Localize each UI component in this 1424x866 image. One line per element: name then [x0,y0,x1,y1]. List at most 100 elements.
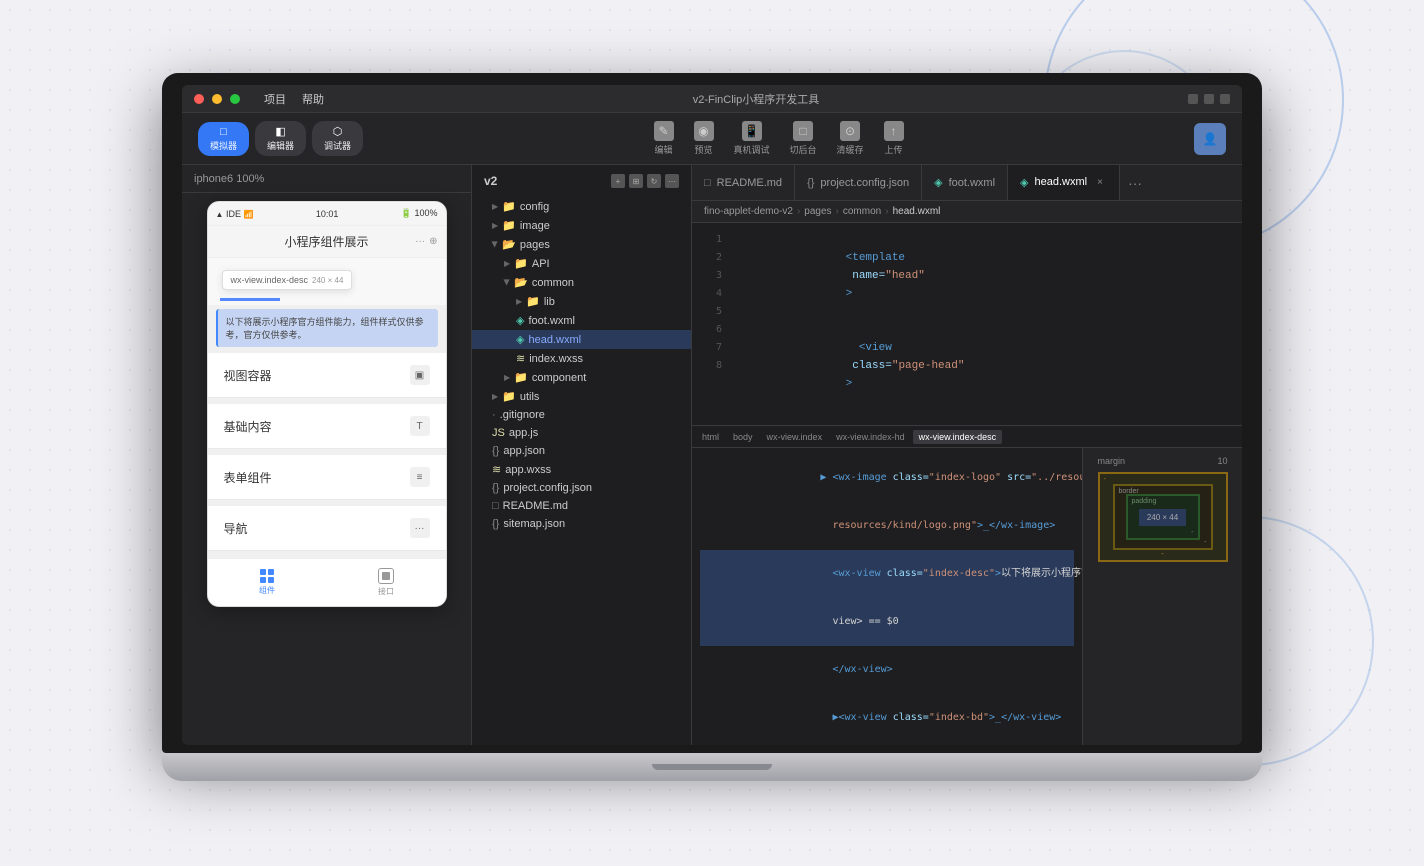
component-nav-icon [260,569,274,583]
phone-mockup: ▲ IDE 📶 10:01 🔋 100% [207,201,447,607]
code-line-2: <view class="page-head" > [740,321,1230,411]
tree-item-lib[interactable]: ▶ 📁 lib [472,292,691,311]
section-nav[interactable]: 导航 ··· [208,506,446,551]
tab-readme[interactable]: □ README.md [692,165,795,201]
preview-icon: ◉ [694,121,714,141]
tree-item-component[interactable]: ▶ 📁 component [472,368,691,387]
tree-item-appjs[interactable]: JS app.js [472,424,691,442]
tab-close-btn[interactable]: × [1093,175,1107,189]
close-btn[interactable] [1220,94,1230,104]
chevron-icon-api: ▶ [504,259,510,268]
section-title-0: 视图容器 [224,367,272,384]
tree-item-appwxss[interactable]: ≋ app.wxss [472,460,691,479]
file-icon-gitignore: · [492,409,496,421]
main-content: iphone6 100% ▲ IDE 📶 10:01 [182,165,1242,745]
line-num-6: 6 [692,321,728,339]
tree-item-sitemap[interactable]: {} sitemap.json [472,515,691,533]
phone-expand-icon[interactable]: ⊕ [429,236,437,247]
device-panel-title: iphone6 100% [194,173,264,185]
tree-item-gitignore[interactable]: · .gitignore [472,406,691,424]
line-num-8: 8 [692,357,728,375]
file-icon-appwxss: ≋ [492,463,501,476]
file-tree-icon-2[interactable]: ⊞ [629,174,643,188]
breadcrumb-root[interactable]: fino-applet-demo-v2 [704,206,793,217]
edit-action[interactable]: ✎ 编辑 [654,121,674,156]
upload-action[interactable]: ↑ 上传 [884,121,904,156]
elem-tab-index-desc[interactable]: wx-view.index-desc [913,430,1003,444]
file-tree-root: v2 [484,174,497,188]
tree-item-common[interactable]: ▶ 📂 common [472,273,691,292]
line-num-4: 4 [692,285,728,303]
editor-button[interactable]: ◧ 编辑器 [255,121,306,156]
chevron-icon: ▶ [492,202,498,211]
section-basic-content[interactable]: 基础内容 T [208,404,446,449]
html-line-0: ▶ <wx-image class="index-logo" src="../r… [700,454,1074,502]
box-model-padding: padding - 240 × 44 [1126,494,1200,540]
debugger-icon: ⬡ [333,125,343,138]
breadcrumb-file[interactable]: head.wxml [893,206,941,217]
minimize-btn[interactable] [1188,94,1198,104]
tree-item-pages[interactable]: ▶ 📂 pages [472,235,691,254]
html-line-3: view> == $0 [700,598,1074,646]
elem-tab-body[interactable]: body [727,430,759,444]
nav-component[interactable]: 组件 [208,559,327,606]
file-tree-icon-4[interactable]: ⋯ [665,174,679,188]
simulator-button[interactable]: □ 模拟器 [198,122,249,156]
file-tree-icon-1[interactable]: + [611,174,625,188]
section-title-3: 导航 [224,520,248,537]
tree-item-foot-wxml[interactable]: ◈ foot.wxml [472,311,691,330]
element-tooltip: wx-view.index-desc 240 × 44 [222,270,353,290]
menu-project[interactable]: 项目 [264,91,286,107]
html-line-4: </wx-view> [700,646,1074,694]
breadcrumb-pages[interactable]: pages [804,206,831,217]
close-dot[interactable] [194,94,204,104]
nav-api[interactable]: 接口 [327,559,446,606]
code-content[interactable]: <template name="head" > <view class="pag… [728,223,1242,425]
tree-item-index-wxss[interactable]: ≋ index.wxss [472,349,691,368]
tab-more-btn[interactable]: ··· [1120,175,1150,191]
tree-item-config[interactable]: ▶ 📁 config [472,197,691,216]
tab-head-wxml[interactable]: ◈ head.wxml × [1008,165,1120,201]
user-avatar[interactable]: 👤 [1194,123,1226,155]
phone-content: wx-view.index-desc 240 × 44 以下将展示小程序官方组件… [208,258,446,558]
clear-cache-action[interactable]: ⊙ 清缓存 [837,121,864,156]
tree-label-component: component [532,372,586,384]
phone-menu-icon[interactable]: ··· [415,236,425,247]
elem-tab-index[interactable]: wx-view.index [761,430,829,444]
minimize-dot[interactable] [212,94,222,104]
tree-label-gitignore: .gitignore [500,409,545,421]
tab-readme-label: README.md [717,177,782,189]
preview-action[interactable]: ◉ 预览 [694,121,714,156]
background-action[interactable]: □ 切后台 [790,121,817,156]
maximize-dot[interactable] [230,94,240,104]
tree-item-project-config[interactable]: {} project.config.json [472,479,691,497]
nav-label-1: 接口 [378,586,394,597]
section-title-2: 表单组件 [224,469,272,486]
phone-app-title: 小程序组件展示 [284,233,368,250]
tree-item-readme[interactable]: □ README.md [472,497,691,515]
device-debug-action[interactable]: 📱 真机调试 [734,121,770,156]
section-form[interactable]: 表单组件 ≡ [208,455,446,500]
breadcrumb-common[interactable]: common [843,206,881,217]
elem-tab-index-hd[interactable]: wx-view.index-hd [830,430,911,444]
clear-cache-icon: ⊙ [840,121,860,141]
tab-foot-wxml[interactable]: ◈ foot.wxml [922,165,1008,201]
tree-item-appjson[interactable]: {} app.json [472,442,691,460]
tab-project-config[interactable]: {} project.config.json [795,165,922,201]
titlebar: 项目 帮助 v2-FinClip小程序开发工具 [182,85,1242,113]
upload-icon: ↑ [884,121,904,141]
expand-btn[interactable] [1204,94,1214,104]
tree-item-head-wxml[interactable]: ◈ head.wxml [472,330,691,349]
tree-item-api[interactable]: ▶ 📁 API [472,254,691,273]
debugger-button[interactable]: ⬡ 调试器 [312,121,363,156]
tree-item-utils[interactable]: ▶ 📁 utils [472,387,691,406]
elem-tab-html[interactable]: html [696,430,725,444]
file-tree-icon-3[interactable]: ↻ [647,174,661,188]
line-numbers: 1 2 3 4 5 6 7 8 [692,223,728,425]
tree-label-appwxss: app.wxss [505,464,551,476]
tree-item-image[interactable]: ▶ 📁 image [472,216,691,235]
section-view-container[interactable]: 视图容器 ▣ [208,353,446,398]
status-time: 10:01 [316,209,339,219]
menu-help[interactable]: 帮助 [302,91,324,107]
box-model-outer: - - border - padding - [1098,472,1228,562]
